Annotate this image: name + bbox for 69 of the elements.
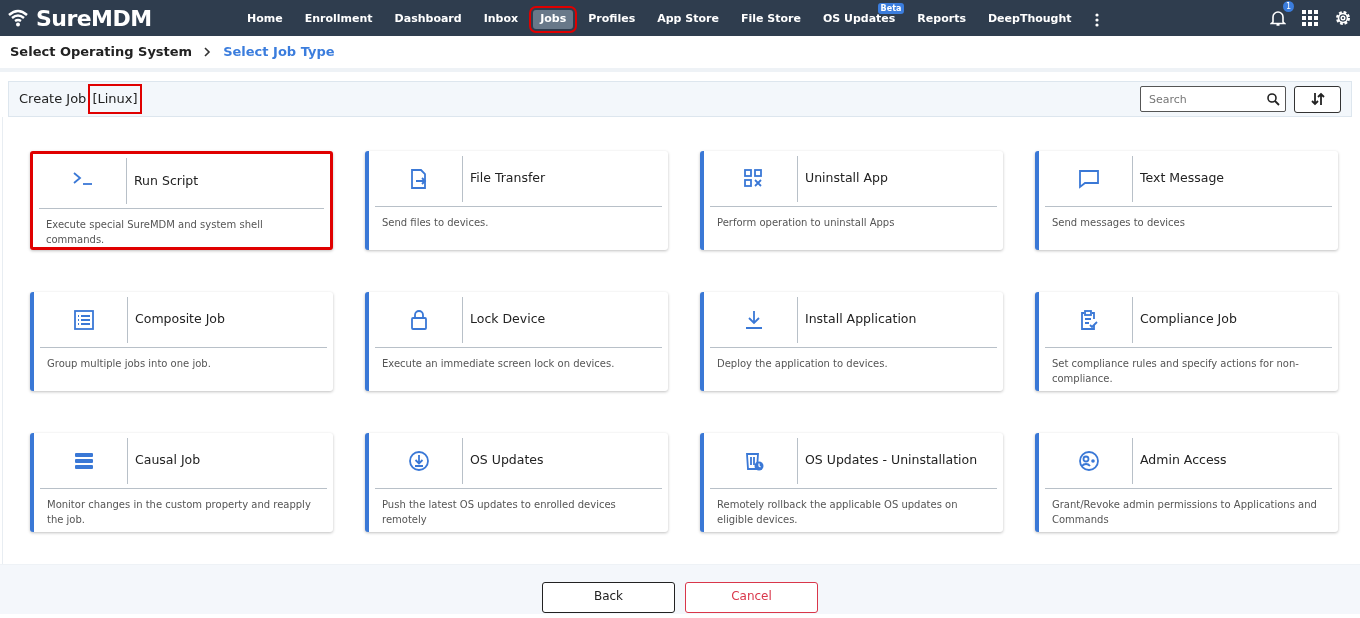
brand-logo[interactable]: SureMDM bbox=[36, 1, 152, 35]
nav-item[interactable]: Inbox bbox=[476, 10, 526, 29]
job-card-title: Text Message bbox=[1139, 169, 1225, 188]
job-card-description: Monitor changes in the custom property and reapply the job. bbox=[46, 498, 312, 527]
job-card-description: Deploy the application to devices. bbox=[716, 357, 889, 371]
os-label: [Linux] bbox=[90, 86, 140, 112]
nav-item[interactable]: File Store bbox=[733, 10, 808, 29]
job-card-description: Send files to devices. bbox=[381, 216, 490, 230]
job-card[interactable]: Text Message Send messages to devices bbox=[1035, 151, 1338, 250]
job-card-title: File Transfer bbox=[469, 169, 546, 188]
job-card-title: Causal Job bbox=[134, 451, 201, 470]
job-card[interactable]: Compliance Job Set compliance rules and specify actions for non-compliance. bbox=[1035, 292, 1338, 391]
job-card-title: OS Updates - Uninstallation bbox=[804, 451, 978, 470]
breadcrumb-item[interactable]: Select Operating System bbox=[10, 42, 193, 62]
notification-count: 1 bbox=[1282, 1, 1294, 12]
job-card-title: Admin Access bbox=[1139, 451, 1227, 470]
nav-item[interactable]: Enrollment bbox=[297, 10, 380, 29]
apps-grid-icon[interactable] bbox=[1302, 10, 1318, 26]
job-card[interactable]: Admin Access Grant/Revoke admin permissions to Applications and Commands bbox=[1035, 433, 1338, 532]
job-card-title: Run Script bbox=[133, 171, 199, 190]
job-card[interactable]: OS Updates Push the latest OS updates to enrolled devices remotely bbox=[365, 433, 668, 532]
speech-bubble-icon bbox=[1077, 167, 1100, 190]
sort-button[interactable] bbox=[1294, 85, 1341, 113]
person-circle-icon bbox=[1077, 449, 1100, 472]
job-card-description: Execute special SureMDM and system shell commands. bbox=[45, 218, 264, 247]
search-field[interactable]: Search bbox=[1140, 86, 1286, 112]
chevron-icon bbox=[204, 47, 212, 57]
nav-item[interactable]: Dashboard bbox=[387, 10, 469, 29]
create-job-title: Create Job bbox=[19, 90, 87, 109]
job-card[interactable]: Causal Job Monitor changes in the custom property and reapply the job. bbox=[30, 433, 333, 532]
job-card-description: Push the latest OS updates to enrolled devices remotely bbox=[381, 498, 617, 527]
job-card[interactable]: Composite Job Group multiple jobs into one job. bbox=[30, 292, 333, 391]
job-card-title: Compliance Job bbox=[1139, 310, 1237, 329]
job-card-description: Remotely rollback the applicable OS updates on eligible devices. bbox=[716, 498, 959, 527]
nav-item[interactable]: Profiles bbox=[581, 10, 643, 29]
job-card[interactable]: Lock Device Execute an immediate screen lock on devices. bbox=[365, 292, 668, 391]
notification-bell-icon[interactable] bbox=[1270, 9, 1286, 27]
job-card[interactable]: OS Updates - Uninstallation Remotely rollback the applicable OS updates on eligible devices. bbox=[700, 433, 1003, 532]
job-card[interactable]: File Transfer Send files to devices. bbox=[365, 151, 668, 250]
nav-item[interactable]: App Store bbox=[650, 10, 726, 29]
job-card-title: Lock Device bbox=[469, 310, 546, 329]
job-card[interactable]: Install Application Deploy the application to devices. bbox=[700, 292, 1003, 391]
nav-item[interactable]: Home bbox=[240, 10, 290, 29]
job-card-description: Grant/Revoke admin permissions to Applications and Commands bbox=[1051, 498, 1318, 527]
job-card-description: Group multiple jobs into one job. bbox=[46, 357, 212, 371]
job-card-description: Send messages to devices bbox=[1051, 216, 1186, 230]
list-icon bbox=[72, 308, 95, 331]
footer-button[interactable]: Back bbox=[542, 582, 675, 613]
job-card-description: Execute an immediate screen lock on devices. bbox=[381, 357, 616, 371]
job-card-title: OS Updates bbox=[469, 451, 544, 470]
sort-icon bbox=[1310, 92, 1325, 106]
nav-item[interactable]: Reports bbox=[910, 10, 973, 29]
grid-cross-icon bbox=[742, 167, 765, 190]
wifi-logo-icon bbox=[8, 9, 28, 27]
settings-icon[interactable] bbox=[1334, 9, 1352, 27]
job-card-description: Set compliance rules and specify actions for non-compliance. bbox=[1051, 357, 1300, 386]
more-menu-icon[interactable] bbox=[1094, 12, 1099, 27]
nav-item[interactable]: DeepThought bbox=[980, 10, 1079, 29]
footer-button[interactable]: Cancel bbox=[685, 582, 818, 613]
job-card-title: Install Application bbox=[804, 310, 917, 329]
job-card[interactable]: Run Script Execute special SureMDM and system shell commands. bbox=[30, 151, 333, 250]
breadcrumb-item[interactable]: Select Job Type bbox=[223, 42, 335, 62]
circle-download-icon bbox=[407, 449, 430, 472]
job-card-title: Uninstall App bbox=[804, 169, 888, 188]
job-card-title: Composite Job bbox=[134, 310, 225, 329]
search-icon bbox=[1267, 92, 1280, 106]
job-card-description: Perform operation to uninstall Apps bbox=[716, 216, 896, 230]
beta-badge: Beta bbox=[877, 3, 905, 15]
job-card[interactable]: Uninstall App Perform operation to uninstall Apps bbox=[700, 151, 1003, 250]
